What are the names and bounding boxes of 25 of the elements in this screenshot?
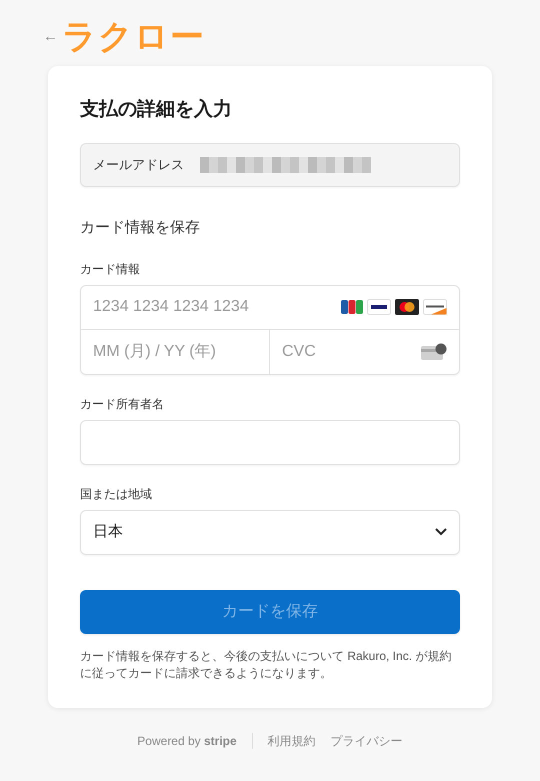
country-select[interactable]: 日本 <box>80 510 460 554</box>
card-number-field[interactable]: 1234 1234 1234 1234 <box>81 286 459 330</box>
country-label: 国または地域 <box>80 486 153 502</box>
card-brand-icon <box>367 299 391 315</box>
cvc-field[interactable]: CVC <box>270 330 459 374</box>
footer-link[interactable]: プライバシー <box>316 732 403 750</box>
cvc-card-icon <box>421 343 447 360</box>
email-label: メールアドレス <box>93 156 184 174</box>
cvc-input[interactable]: CVC <box>282 340 402 364</box>
card-brand-icon <box>341 299 363 315</box>
chevron-down-icon <box>435 528 447 536</box>
card-info-label: カード情報 <box>80 260 141 278</box>
form-title: 支払の詳細を入力 <box>80 98 233 122</box>
card-brand-icon <box>423 299 447 315</box>
logo: ラクロー <box>62 17 205 57</box>
card-number-input[interactable]: 1234 1234 1234 1234 <box>93 295 323 319</box>
section-heading: カード情報を保存 <box>80 218 201 238</box>
powered-by-text: Powered by stripe <box>137 732 238 750</box>
holder-label: カード所有者名 <box>80 396 165 412</box>
save-card-notice: カード情報を保存すると、今後の支払いについて Rakuro, Inc. が規約に従ってカードに請求できるようになります。 <box>80 648 452 682</box>
expiry-field[interactable]: MM (月) / YY (年) <box>81 330 270 374</box>
card-brand-icon <box>395 299 419 315</box>
footer-link[interactable]: 利用規約 <box>252 732 316 750</box>
holder-name-field[interactable] <box>80 420 460 464</box>
back-arrow[interactable]: ← <box>43 26 58 48</box>
